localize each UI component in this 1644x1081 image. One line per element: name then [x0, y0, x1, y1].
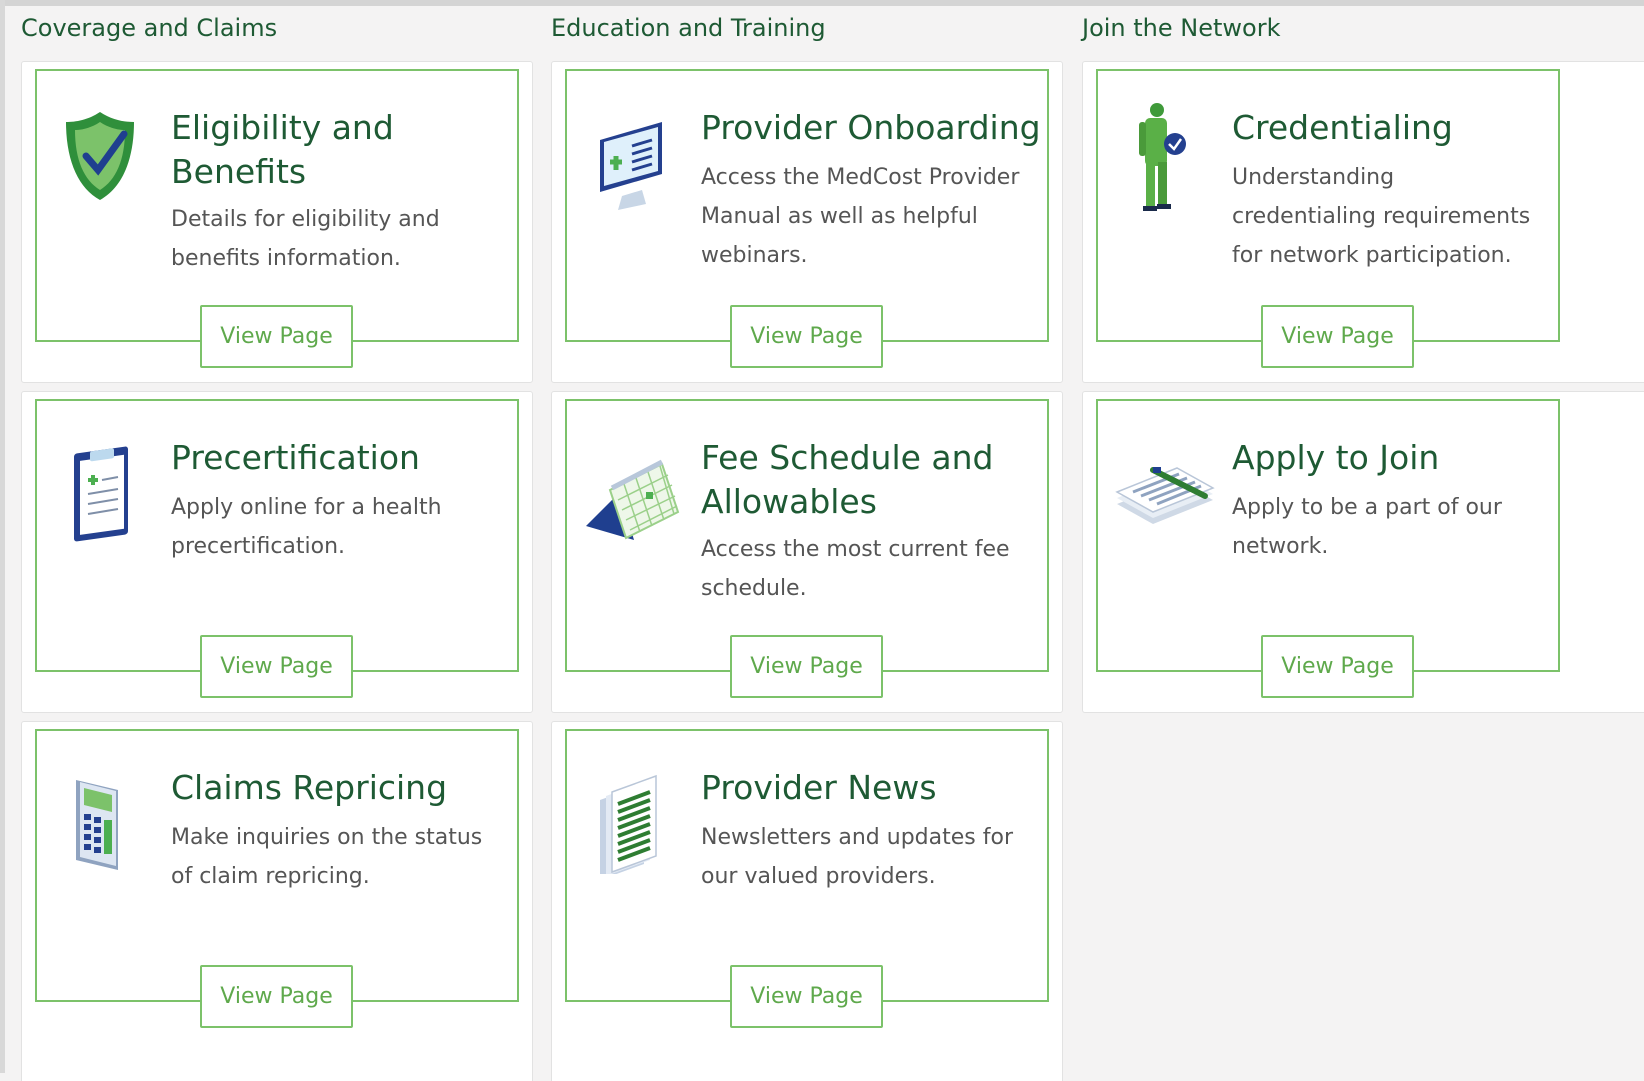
card-fee-schedule: Fee Schedule and Allowables Access the m…	[551, 391, 1063, 713]
view-page-button-credentialing[interactable]: View Page	[1261, 305, 1414, 368]
view-page-button-apply-to-join[interactable]: View Page	[1261, 635, 1414, 698]
card-provider-news: Provider News Newsletters and updates fo…	[551, 721, 1063, 1081]
view-page-button-claims-repricing[interactable]: View Page	[200, 965, 353, 1028]
calculator-icon	[58, 760, 142, 874]
card-description: Understanding credentialing requirements…	[1232, 165, 1531, 268]
card-precertification: Precertification Apply online for a heal…	[21, 391, 533, 713]
card-title: Apply to Join	[1232, 438, 1440, 477]
calendar-icon	[580, 430, 680, 544]
card-description: Make inquiries on the status of claim re…	[171, 825, 483, 889]
card-title: Credentialing	[1232, 108, 1453, 147]
newspaper-icon	[588, 760, 672, 880]
view-page-button-provider-onboarding[interactable]: View Page	[730, 305, 883, 368]
shield-check-icon	[58, 100, 142, 214]
card-description: Access the most current fee schedule.	[701, 537, 1010, 601]
card-eligibility: Eligibility and Benefits Details for eli…	[21, 61, 533, 383]
card-description: Newsletters and updates for our valued p…	[701, 825, 1013, 889]
card-title: Claims Repricing	[171, 768, 448, 807]
section-title-network: Join the Network	[1082, 14, 1281, 42]
monitor-icon	[588, 100, 672, 214]
card-credentialing: Credentialing Understanding credentialin…	[1082, 61, 1644, 383]
view-page-button-fee-schedule[interactable]: View Page	[730, 635, 883, 698]
card-apply-to-join: Apply to Join Apply to be a part of our …	[1082, 391, 1644, 713]
card-title: Provider Onboarding	[701, 108, 1041, 147]
clipboard-icon	[58, 430, 142, 544]
card-title: Provider News	[701, 768, 937, 807]
card-description: Access the MedCost Provider Manual as we…	[701, 165, 1020, 268]
section-title-education: Education and Training	[551, 14, 826, 42]
doctor-icon	[1119, 100, 1203, 214]
view-page-button-eligibility[interactable]: View Page	[200, 305, 353, 368]
card-description: Details for eligibility and benefits inf…	[171, 207, 440, 271]
card-description: Apply online for a health precertificati…	[171, 495, 442, 559]
card-provider-onboarding: Provider Onboarding Access the MedCost P…	[551, 61, 1063, 383]
card-claims-repricing: Claims Repricing Make inquiries on the s…	[21, 721, 533, 1081]
section-title-coverage: Coverage and Claims	[21, 14, 278, 42]
documents-pen-icon	[1113, 430, 1217, 544]
view-page-button-precertification[interactable]: View Page	[200, 635, 353, 698]
card-title: Fee Schedule and Allowables	[701, 438, 994, 521]
top-border	[0, 0, 1644, 6]
card-description: Apply to be a part of our network.	[1232, 495, 1502, 559]
card-title: Eligibility and Benefits	[171, 108, 394, 191]
view-page-button-provider-news[interactable]: View Page	[730, 965, 883, 1028]
left-border	[0, 0, 5, 1073]
card-title: Precertification	[171, 438, 420, 477]
